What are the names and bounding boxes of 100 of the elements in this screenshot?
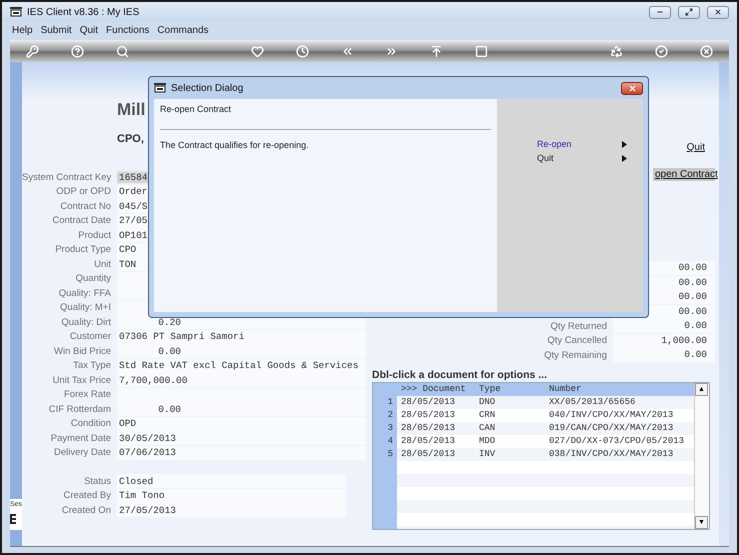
field-label: ODP or OPD: [55, 186, 111, 198]
column-header: >>> Document: [400, 384, 467, 394]
search-icon[interactable]: [116, 44, 129, 58]
document-row[interactable]: 3 28/05/2013 CAN 019/CAN/CPO/XX/MAY/2013: [373, 422, 694, 434]
close-icon: [628, 84, 636, 92]
dialog-message: The Contract qualifies for re-opening.: [160, 140, 310, 150]
field-value: 0.00: [117, 344, 366, 358]
option-item[interactable]: Quit: [537, 153, 622, 163]
window-title: IES Client v8.36 : My IES: [27, 6, 140, 18]
quit-link[interactable]: Quit: [686, 142, 705, 153]
field-label: Tax Type: [72, 360, 111, 372]
field-label: CIF Rotterdam: [48, 404, 111, 415]
field-value: Tim Tono: [117, 488, 346, 503]
number-cell-text: 038/INV/CPO/XX/MAY/2013: [548, 449, 674, 459]
option-item[interactable]: Re-open: [537, 139, 622, 149]
field-value: 27/05/2013: [117, 503, 346, 518]
heart-icon[interactable]: [250, 44, 264, 58]
number-cell-text: 027/DO/XX-073/CPO/05/2013: [548, 436, 685, 446]
field-label: Quantity: [74, 273, 111, 284]
maximize-button[interactable]: [678, 6, 700, 18]
field-value: Std Rate VAT excl Capital Goods & Services: [117, 358, 366, 373]
document-row[interactable]: 1 28/05/2013 DNO XX/05/2013/65656: [373, 396, 694, 408]
field-label: Unit Tax Price: [52, 374, 111, 386]
field-value: Closed: [117, 474, 346, 488]
documents-caption: Dbl-click a document for options ...: [372, 368, 548, 380]
dialog-heading: Re-open Contract: [160, 104, 232, 114]
quantity-label: Qty Cancelled: [547, 335, 607, 346]
document-row[interactable]: 2 28/05/2013 CRN 040/INV/CPO/XX/MAY/2013: [373, 408, 694, 422]
field-label: Product: [77, 230, 111, 241]
field-label: Condition: [70, 418, 111, 430]
row-number-column: [373, 460, 397, 528]
column-header: Type: [478, 384, 502, 394]
menu-item[interactable]: Help: [12, 24, 33, 36]
check-icon[interactable]: [655, 44, 668, 58]
field-label: Win Bid Price: [52, 346, 111, 357]
type-cell-text: MDO: [478, 436, 496, 446]
field-value: 7,700,000.00: [117, 373, 366, 388]
page-subtitle: CPO,: [117, 133, 144, 147]
quantity-label: Qty Remaining: [544, 350, 607, 361]
field-label: Unit: [93, 258, 111, 270]
type-cell-text: CRN: [478, 410, 496, 420]
menu-item[interactable]: Submit: [40, 24, 72, 36]
close-button[interactable]: [621, 82, 643, 94]
row-number: 3: [373, 422, 397, 434]
upload-icon[interactable]: [430, 44, 444, 58]
quantity-label: Qty Returned: [550, 320, 607, 332]
number-cell-text: 040/INV/CPO/XX/MAY/2013: [548, 410, 674, 420]
date-cell-text: 28/05/2013: [400, 436, 456, 446]
field-label: Status: [83, 476, 111, 487]
date-cell-text: 28/05/2013: [400, 449, 456, 459]
field-label: Quality: Dirt: [60, 316, 111, 328]
column-header: Number: [548, 384, 582, 394]
number-cell-text: 019/CAN/CPO/XX/MAY/2013: [548, 423, 674, 433]
document-row[interactable]: 4 28/05/2013 MDO 027/DO/XX-073/CPO/05/2013: [373, 434, 694, 448]
quantity-value: 0.00: [613, 319, 715, 334]
key-icon[interactable]: [26, 44, 39, 58]
type-cell-text: INV: [478, 449, 496, 459]
dialog-title: Selection Dialog: [171, 82, 244, 94]
field-value: 07/06/2013: [117, 446, 366, 460]
app-icon: [10, 6, 22, 18]
field-value: 07306 PT Sampri Samori: [117, 330, 366, 344]
row-number: 4: [373, 434, 397, 448]
menu-item[interactable]: Quit: [80, 24, 98, 36]
field-label: Delivery Date: [52, 447, 111, 458]
menu-item[interactable]: Commands: [157, 24, 209, 36]
field-label: Customer: [68, 331, 111, 342]
close-icon: [714, 8, 722, 16]
row-number: 2: [373, 408, 397, 422]
close-button[interactable]: [707, 6, 729, 18]
close-icon[interactable]: [700, 44, 714, 58]
quantity-value: 0.00: [613, 348, 715, 362]
field-label: Contract No: [59, 200, 111, 212]
field-label: Forex Rate: [63, 389, 111, 400]
page-title: Mill: [117, 100, 146, 121]
field-value: OPD: [117, 416, 366, 431]
type-cell-text: DNO: [478, 397, 496, 407]
date-cell-text: 28/05/2013: [400, 423, 456, 433]
row-number: 1: [373, 396, 397, 408]
field-value: 0.00: [117, 402, 366, 416]
field-label: Created On: [60, 504, 111, 516]
document-icon[interactable]: [10, 514, 16, 524]
help-icon[interactable]: [70, 44, 84, 58]
field-label: System Contract Key: [22, 172, 111, 183]
row-number: 5: [373, 448, 397, 460]
app-icon: [154, 82, 166, 94]
document-row[interactable]: 5 28/05/2013 INV 038/INV/CPO/XX/MAY/2013: [373, 448, 694, 460]
stop-icon[interactable]: [475, 44, 488, 58]
field-label: Created By: [62, 490, 111, 502]
menu-item[interactable]: Functions: [106, 24, 150, 36]
quantity-value: 1,000.00: [613, 334, 715, 348]
recycle-icon[interactable]: [610, 44, 624, 58]
field-label: Product Type: [54, 244, 111, 256]
field-label: Quality: FFA: [58, 288, 111, 299]
minimize-button[interactable]: [649, 6, 671, 18]
type-cell-text: CAN: [478, 423, 496, 433]
clock-icon[interactable]: [296, 44, 309, 58]
maximize-icon: [685, 8, 693, 16]
date-cell-text: 28/05/2013: [400, 410, 456, 420]
field-label: Contract Date: [51, 215, 111, 226]
field-label: Quality: M+I: [59, 302, 111, 314]
